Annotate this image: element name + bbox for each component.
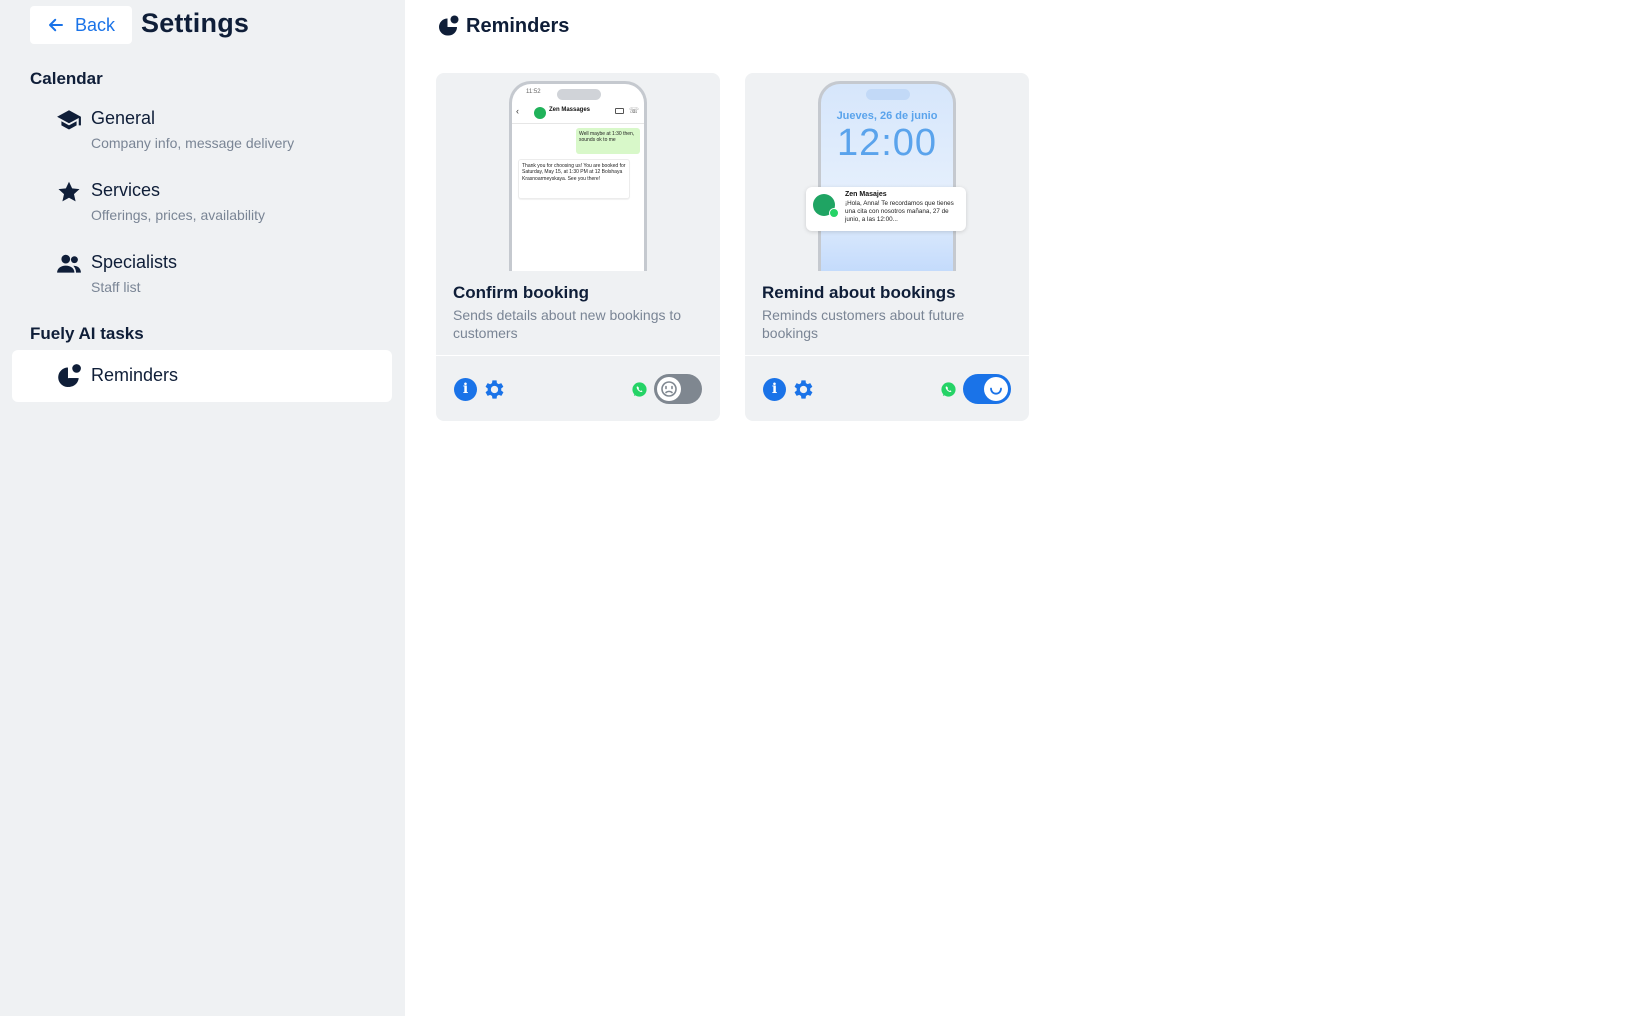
sidebar-item-label: Reminders — [91, 365, 179, 385]
phone-notch — [557, 89, 601, 100]
sidebar-item-subtitle: Offerings, prices, availability — [91, 207, 266, 223]
sidebar-item-label: Specialists — [91, 252, 178, 272]
section-title-calendar: Calendar — [30, 69, 103, 88]
avatar — [534, 107, 546, 119]
preview-image: Jueves, 26 de junio 12:00 Zen Masajes ¡H… — [745, 73, 1029, 271]
card-description: Sends details about new bookings to cust… — [453, 307, 682, 341]
main-header: Reminders — [436, 14, 569, 38]
sidebar-item-reminders[interactable]: Reminders — [12, 350, 392, 402]
main-title: Reminders — [466, 14, 570, 37]
sad-face-icon — [661, 381, 677, 397]
sidebar-item-label: Services — [91, 180, 161, 200]
video-call-icon — [615, 108, 624, 114]
gear-icon[interactable] — [482, 377, 507, 402]
sidebar-item-subtitle: Staff list — [91, 279, 141, 295]
card-description: Reminds customers about future bookings — [762, 307, 965, 341]
whatsapp-icon — [632, 382, 647, 397]
info-icon[interactable]: i — [763, 378, 786, 401]
card-confirm-booking: 11:52 ‹ Zen Massages ☏ Well maybe at 1:3… — [436, 73, 720, 421]
back-button[interactable]: Back — [30, 6, 132, 44]
whatsapp-icon — [941, 382, 956, 397]
sidebar-item-specialists[interactable]: Specialists Staff list — [12, 251, 392, 305]
notification-text: ¡Hola, Anna! Te recordamos que tienes un… — [845, 200, 954, 223]
gear-icon[interactable] — [791, 377, 816, 402]
chat-bubble-outgoing: Well maybe at 1:30 then, sounds ok to me — [576, 128, 640, 154]
graduation-cap-icon — [56, 107, 82, 133]
smile-icon — [990, 387, 1002, 395]
sidebar: Back Settings Calendar General Company i… — [0, 0, 405, 1016]
page-title: Settings — [141, 8, 250, 38]
sidebar-item-services[interactable]: Services Offerings, prices, availability — [12, 179, 392, 233]
preview-image: 11:52 ‹ Zen Massages ☏ Well maybe at 1:3… — [436, 73, 720, 271]
star-icon — [56, 179, 82, 205]
card-remind-bookings: Jueves, 26 de junio 12:00 Zen Masajes ¡H… — [745, 73, 1029, 421]
status-time: 11:52 — [526, 89, 541, 95]
chat-bubble-incoming: Thank you for choosing us! You are booke… — [518, 159, 630, 199]
chat-contact-name: Zen Massages — [549, 107, 591, 113]
arrow-left-icon — [49, 18, 63, 32]
chevron-left-icon: ‹ — [516, 106, 519, 116]
phone-icon: ☏ — [629, 106, 640, 115]
card-footer: i — [436, 355, 720, 421]
toggle-knob — [657, 377, 681, 401]
phone-notch — [866, 89, 910, 100]
sidebar-item-general[interactable]: General Company info, message delivery — [12, 107, 392, 161]
card-footer: i — [745, 355, 1029, 421]
chat-header: ‹ Zen Massages ☏ — [512, 104, 644, 124]
info-icon[interactable]: i — [454, 378, 477, 401]
reminders-icon — [439, 15, 459, 36]
back-label: Back — [74, 14, 116, 35]
lock-screen-date: Jueves, 26 de junio — [836, 110, 938, 122]
enable-toggle[interactable] — [963, 374, 1011, 404]
enable-toggle[interactable] — [654, 374, 702, 404]
phone-mockup: Jueves, 26 de junio 12:00 — [818, 81, 956, 271]
section-title-ai-tasks: Fuely AI tasks — [30, 324, 144, 343]
card-title: Remind about bookings — [762, 283, 956, 302]
whatsapp-icon — [829, 208, 839, 218]
reminders-icon — [56, 363, 82, 389]
toggle-knob — [984, 377, 1008, 401]
sidebar-item-label: General — [91, 108, 156, 128]
sidebar-item-subtitle: Company info, message delivery — [91, 135, 295, 151]
notification-title: Zen Masajes — [845, 191, 887, 198]
card-title: Confirm booking — [453, 283, 589, 302]
lock-screen-time: 12:00 — [836, 122, 938, 164]
notification-preview: Zen Masajes ¡Hola, Anna! Te recordamos q… — [806, 187, 966, 231]
people-icon — [56, 251, 82, 277]
phone-mockup: 11:52 ‹ Zen Massages ☏ Well maybe at 1:3… — [509, 81, 647, 271]
